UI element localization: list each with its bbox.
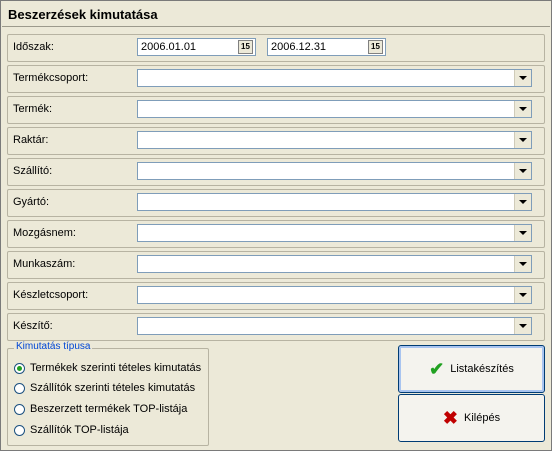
x-icon: ✖ <box>442 407 458 428</box>
period-row: Időszak: 2006.01.01 15 2006.12.31 15 <box>7 34 545 62</box>
calendar-icon[interactable]: 15 <box>238 40 253 54</box>
filter-label: Készítő: <box>13 320 53 332</box>
filter-label: Munkaszám: <box>13 258 76 270</box>
period-label: Időszak: <box>13 41 54 53</box>
chevron-down-icon[interactable] <box>514 101 531 117</box>
radio-suppliers-top-list[interactable]: Szállítók TOP-listája <box>14 422 129 438</box>
radio-selected-icon[interactable] <box>14 362 25 374</box>
create-list-button[interactable]: ✔ Listakészítés <box>398 345 545 393</box>
filter-label: Mozgásnem: <box>13 227 76 239</box>
filter-label: Készletcsoport: <box>13 289 89 301</box>
filter-row-creator: Készítő: <box>7 313 545 341</box>
chevron-down-icon[interactable] <box>514 225 531 241</box>
chevron-down-icon[interactable] <box>514 318 531 334</box>
stock-group-dropdown[interactable] <box>137 286 532 304</box>
chevron-down-icon[interactable] <box>514 287 531 303</box>
radio-suppliers-itemized[interactable]: Szállítók szerinti tételes kimutatás <box>14 380 195 396</box>
warehouse-dropdown[interactable] <box>137 131 532 149</box>
checkmark-icon: ✔ <box>429 358 445 379</box>
filter-row-stock-group: Készletcsoport: <box>7 282 545 310</box>
chevron-down-icon[interactable] <box>514 163 531 179</box>
filter-label: Raktár: <box>13 134 49 146</box>
filter-label: Termékcsoport: <box>13 72 89 84</box>
date-from-field[interactable]: 2006.01.01 15 <box>137 38 256 56</box>
filter-row-movement-type: Mozgásnem: <box>7 220 545 248</box>
movement-type-dropdown[interactable] <box>137 224 532 242</box>
chevron-down-icon[interactable] <box>514 194 531 210</box>
filter-row-warehouse: Raktár: <box>7 127 545 155</box>
creator-dropdown[interactable] <box>137 317 532 335</box>
filter-row-manufacturer: Gyártó: <box>7 189 545 217</box>
report-window: Beszerzések kimutatása Időszak: 2006.01.… <box>0 0 552 451</box>
supplier-dropdown[interactable] <box>137 162 532 180</box>
radio-icon[interactable] <box>14 424 25 436</box>
filter-row-product-group: Termékcsoport: <box>7 65 545 93</box>
manufacturer-dropdown[interactable] <box>137 193 532 211</box>
product-group-dropdown[interactable] <box>137 69 532 87</box>
product-dropdown[interactable] <box>137 100 532 118</box>
create-list-label: Listakészítés <box>450 363 514 375</box>
filter-label: Termék: <box>13 103 53 115</box>
date-to-value: 2006.12.31 <box>271 41 327 53</box>
chevron-down-icon[interactable] <box>514 256 531 272</box>
radio-products-itemized[interactable]: Termékek szerinti tételes kimutatás <box>14 360 201 376</box>
chevron-down-icon[interactable] <box>514 132 531 148</box>
filter-row-job-number: Munkaszám: <box>7 251 545 279</box>
filter-row-supplier: Szállító: <box>7 158 545 186</box>
date-from-value: 2006.01.01 <box>141 41 197 53</box>
exit-button[interactable]: ✖ Kilépés <box>398 394 545 442</box>
filter-label: Gyártó: <box>13 196 50 208</box>
chevron-down-icon[interactable] <box>514 70 531 86</box>
job-number-dropdown[interactable] <box>137 255 532 273</box>
date-to-field[interactable]: 2006.12.31 15 <box>267 38 386 56</box>
filter-row-product: Termék: <box>7 96 545 124</box>
title-bar: Beszerzések kimutatása <box>2 2 550 27</box>
filter-label: Szállító: <box>13 165 53 177</box>
radio-icon[interactable] <box>14 403 25 415</box>
radio-products-top-list[interactable]: Beszerzett termékek TOP-listája <box>14 401 187 417</box>
report-type-label: Kimutatás típusa <box>14 341 93 352</box>
exit-label: Kilépés <box>464 412 501 424</box>
window-title: Beszerzések kimutatása <box>8 7 158 22</box>
calendar-icon[interactable]: 15 <box>368 40 383 54</box>
report-type-group: Kimutatás típusa Termékek szerinti tétel… <box>7 341 209 446</box>
radio-icon[interactable] <box>14 382 25 394</box>
